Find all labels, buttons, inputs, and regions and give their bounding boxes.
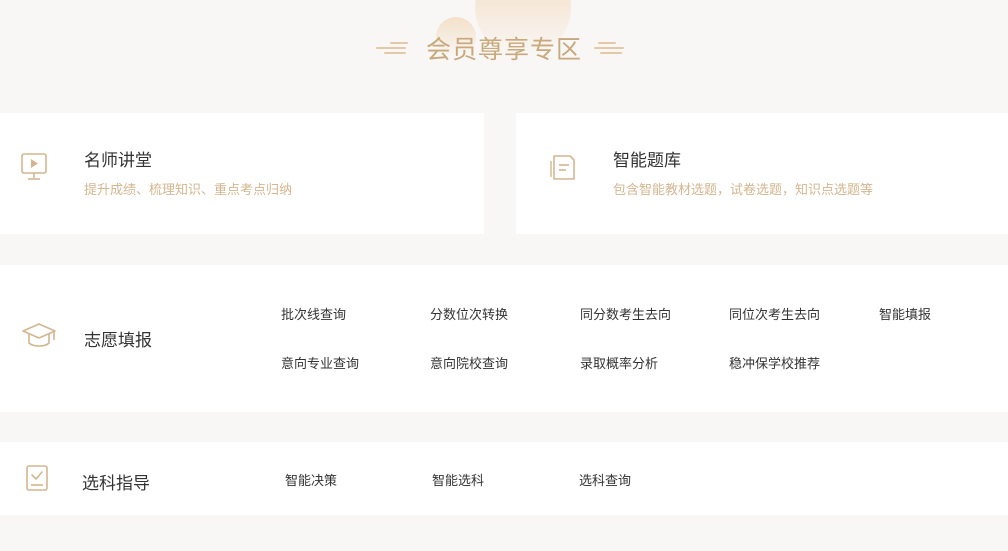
- link-smart-subject-select[interactable]: 智能选科: [432, 470, 484, 489]
- section-header: 会员尊享专区: [0, 0, 1008, 113]
- link-same-rank-destination[interactable]: 同位次考生去向: [729, 304, 820, 323]
- title-right-deco: [594, 42, 632, 54]
- volunteer-card-title: 志愿填报: [84, 331, 152, 351]
- link-school-recommend[interactable]: 稳冲保学校推荐: [729, 353, 820, 372]
- link-score-rank-convert[interactable]: 分数位次转换: [430, 304, 508, 323]
- teacher-card-title: 名师讲堂: [84, 151, 152, 171]
- bank-card-desc: 包含智能教材选题，试卷选题，知识点选题等: [613, 183, 874, 198]
- teacher-lecture-card[interactable]: 名师讲堂 提升成绩、梳理知识、重点考点归纳: [0, 113, 484, 234]
- subject-card-title: 选科指导: [82, 474, 150, 494]
- link-college-query[interactable]: 意向院校查询: [430, 353, 508, 372]
- video-play-icon: [21, 153, 47, 181]
- member-zone-page: 会员尊享专区 名师讲堂 提升成绩、梳理知识、重点考点归纳 智能题库 包含智能教材…: [0, 0, 1008, 551]
- teacher-card-desc: 提升成绩、梳理知识、重点考点归纳: [84, 183, 293, 198]
- link-smart-filling[interactable]: 智能填报: [879, 304, 931, 323]
- smart-question-bank-card[interactable]: 智能题库 包含智能教材选题，试卷选题，知识点选题等: [516, 113, 1008, 234]
- subject-guidance-card: 选科指导 智能决策 智能选科 选科查询: [0, 442, 1008, 515]
- title-left-deco: [375, 42, 414, 54]
- checkbox-doc-icon: [25, 464, 49, 492]
- link-major-query[interactable]: 意向专业查询: [281, 353, 359, 372]
- page-title: 会员尊享专区: [425, 35, 582, 64]
- link-admission-probability[interactable]: 录取概率分析: [580, 353, 658, 372]
- graduation-cap-icon: [21, 322, 57, 350]
- bank-card-title: 智能题库: [613, 151, 681, 171]
- document-stack-icon: [550, 153, 578, 181]
- link-same-score-destination[interactable]: 同分数考生去向: [580, 304, 671, 323]
- title-wrap: 会员尊享专区: [0, 30, 1008, 66]
- link-smart-decision[interactable]: 智能决策: [285, 470, 337, 489]
- link-subject-query[interactable]: 选科查询: [579, 470, 631, 489]
- link-batch-line-query[interactable]: 批次线查询: [281, 304, 346, 323]
- volunteer-filling-card: 志愿填报 批次线查询 分数位次转换 同分数考生去向 同位次考生去向 智能填报 意…: [0, 265, 1008, 412]
